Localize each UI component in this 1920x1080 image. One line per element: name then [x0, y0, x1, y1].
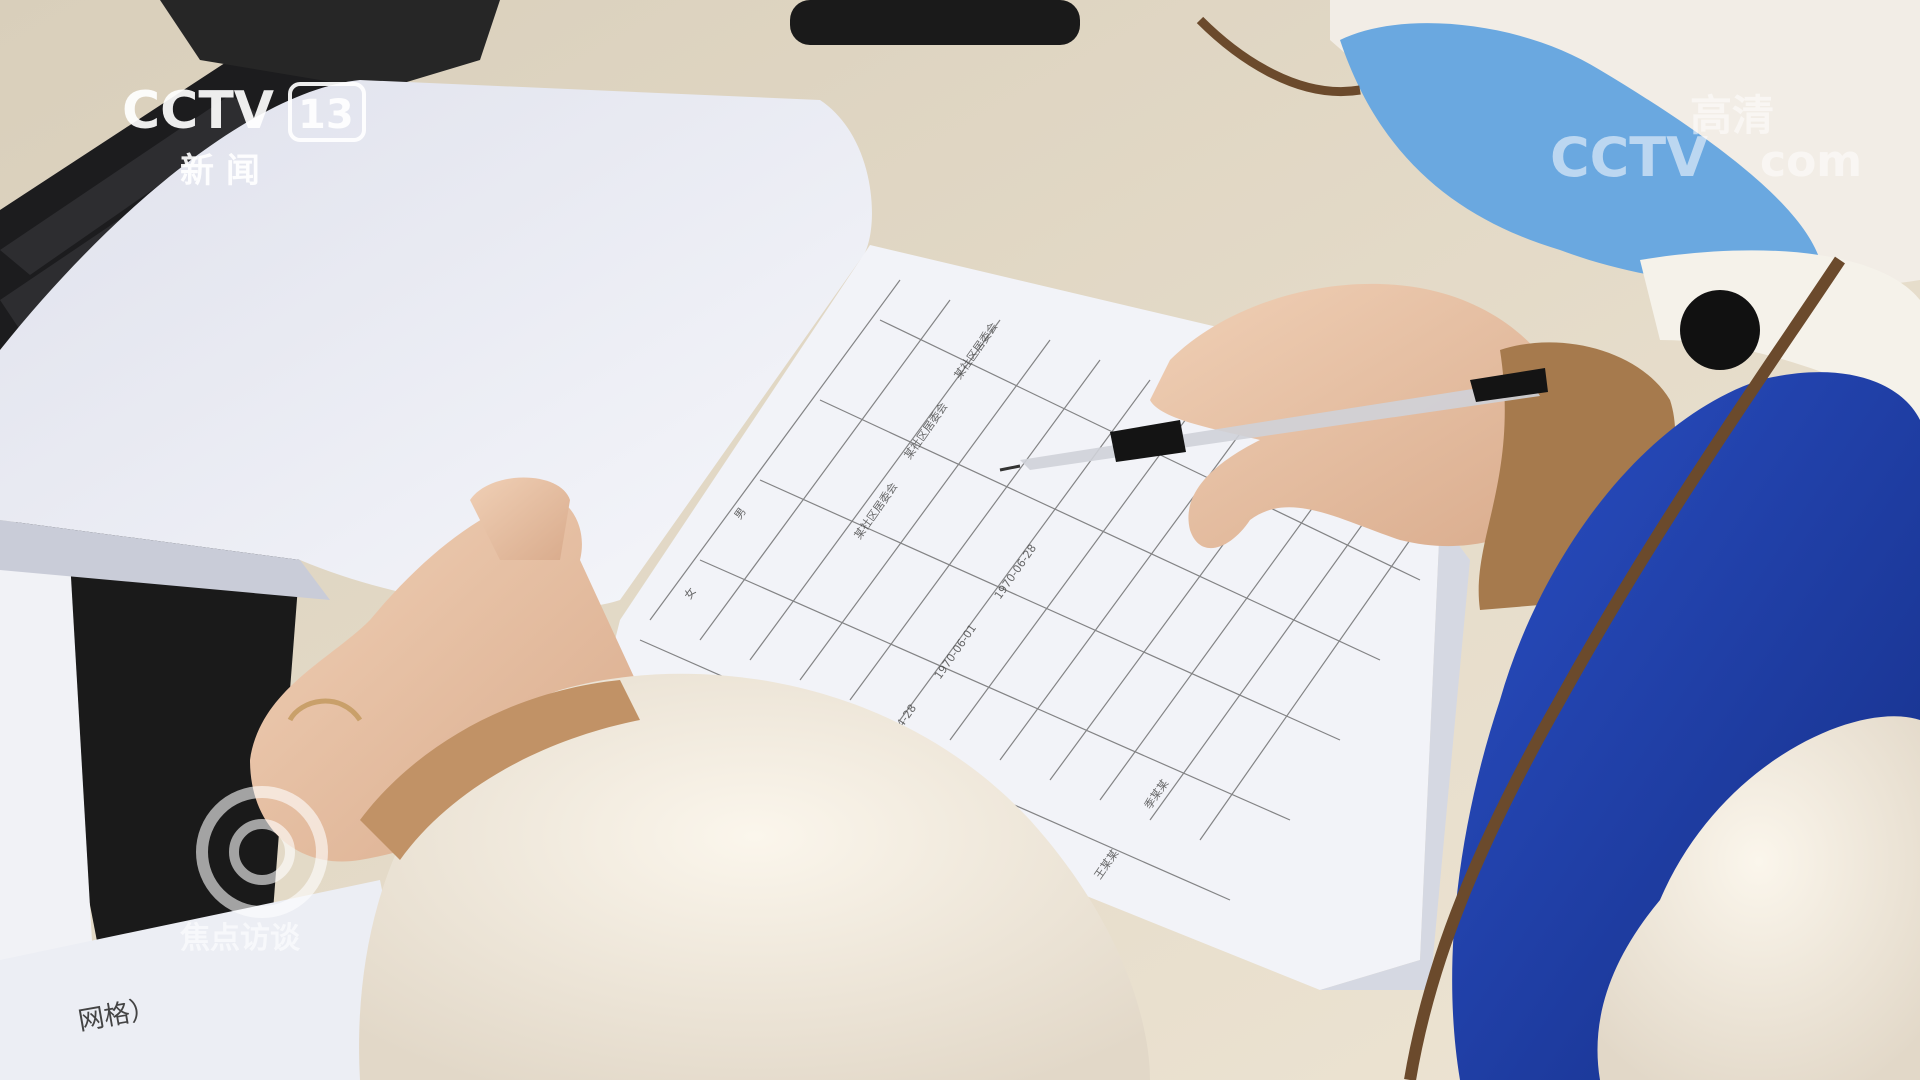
scene: 女 男 1971-04-28 1970-06-01 1970-06-28 王某某…	[0, 0, 1920, 1080]
microphone	[1680, 290, 1760, 370]
program-name: 焦点访谈	[180, 921, 301, 956]
video-frame: 女 男 1971-04-28 1970-06-01 1970-06-28 王某某…	[0, 0, 1920, 1080]
hd-brand: CCTV	[1550, 126, 1708, 189]
logo-subtitle: 新 闻	[180, 151, 260, 191]
logo-number: 13	[298, 92, 354, 138]
hd-suffix: com	[1760, 136, 1862, 187]
mouse	[790, 0, 1080, 45]
logo-brand: CCTV	[122, 81, 274, 141]
